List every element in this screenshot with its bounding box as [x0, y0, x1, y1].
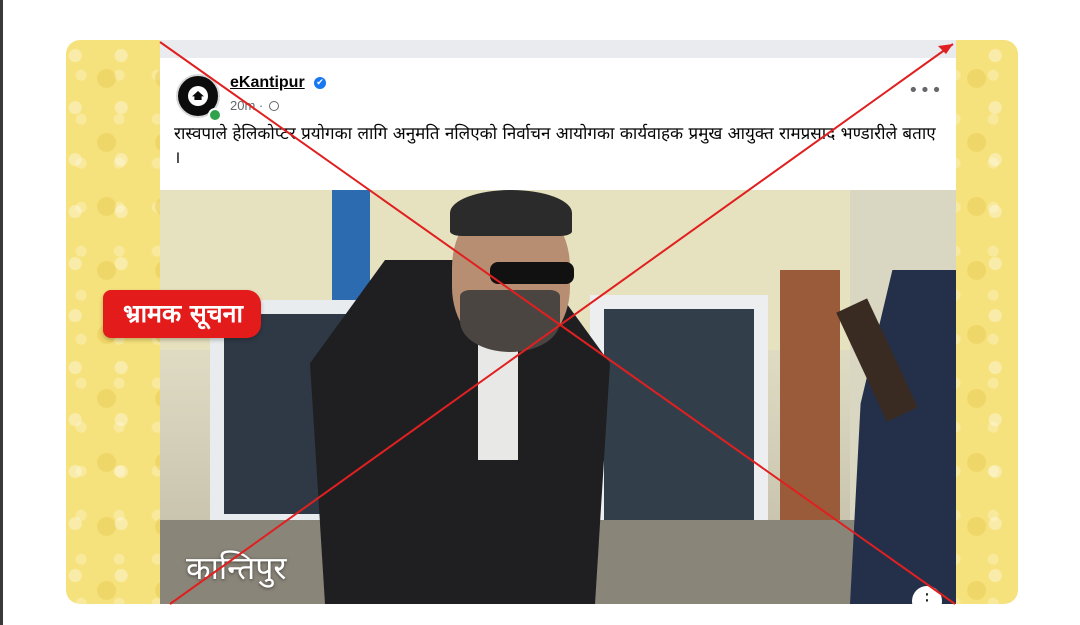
photo-door [780, 270, 840, 550]
post-photo[interactable]: कान्तिपुर ⋮ [160, 190, 956, 604]
window-edge [0, 0, 3, 625]
post-meta: 20m · [230, 98, 279, 113]
post-time[interactable]: 20m · [230, 98, 263, 113]
photo-man-shirt [478, 340, 518, 460]
card-top-bar [160, 40, 956, 58]
globe-icon [268, 101, 279, 111]
photo-man-hair [450, 190, 572, 236]
kantipur-watermark: कान्तिपुर [186, 549, 287, 587]
misleading-info-badge: भ्रामक सूचना [103, 290, 262, 338]
post-text: रास्वपाले हेलिकोप्टर प्रयोगका लागि अनुमत… [174, 124, 936, 168]
ekantipur-logo [188, 86, 208, 106]
more-options-icon[interactable]: ••• [908, 80, 943, 101]
facebook-post-card: eKantipur ✔ 20m · ••• रास्वपाले हेलिकोप्… [160, 40, 956, 604]
verified-badge-icon: ✔ [314, 77, 326, 89]
photo-man-beard [460, 290, 560, 352]
post-header: eKantipur ✔ 20m · ••• रास्वपाले हेलिकोप्… [160, 58, 956, 190]
photo-man-sunglasses [490, 262, 574, 284]
online-status-dot [208, 108, 222, 122]
page-name-link[interactable]: eKantipur [230, 74, 305, 92]
photo-blue-pole [332, 190, 370, 300]
